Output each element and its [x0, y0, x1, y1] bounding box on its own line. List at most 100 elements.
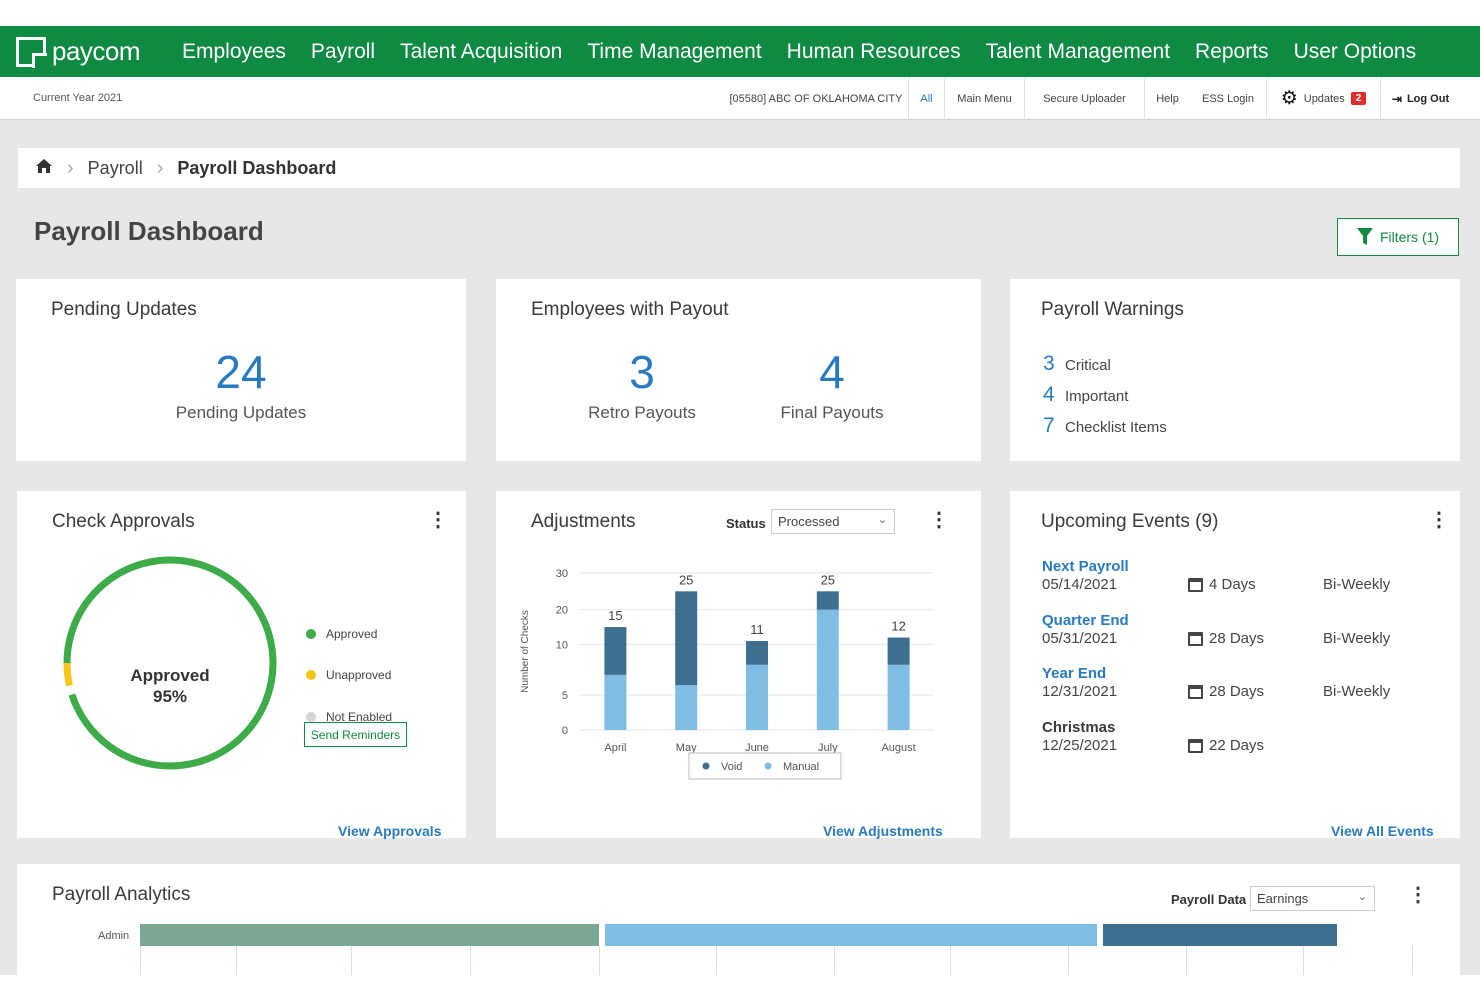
- donut-center: Approved 95%: [102, 665, 238, 707]
- employees-payout-card: Employees with Payout 3 Retro Payouts 4 …: [496, 279, 981, 461]
- payroll-analytics-card: Payroll Analytics Payroll Data Earnings …: [17, 864, 1460, 975]
- analytics-bar-segment[interactable]: [1103, 924, 1337, 946]
- y-tick-label: 5: [562, 690, 568, 702]
- upcoming-events-card: Upcoming Events (9) ⋮ Next Payroll 05/14…: [1010, 491, 1460, 839]
- payroll-data-label: Payroll Data: [1171, 892, 1247, 907]
- bar-total-label: 15: [608, 608, 622, 623]
- event-date: 12/25/2021: [1042, 737, 1118, 754]
- bar-manual[interactable]: [746, 664, 768, 730]
- view-approvals-link[interactable]: View Approvals: [338, 823, 441, 839]
- top-navigation: paycom Employees Payroll Talent Acquisit…: [0, 26, 1480, 77]
- nav-talent-acquisition[interactable]: Talent Acquisition: [400, 40, 562, 64]
- ess-login-link[interactable]: ESS Login: [1190, 77, 1266, 120]
- bar-manual[interactable]: [604, 674, 627, 730]
- nav-talent-management[interactable]: Talent Management: [986, 40, 1170, 64]
- nav-payroll[interactable]: Payroll: [311, 40, 375, 64]
- donut-unapproved-arc[interactable]: [55, 548, 285, 778]
- event-days-label: 28 Days: [1209, 630, 1265, 647]
- more-options-icon[interactable]: ⋮: [428, 510, 448, 530]
- grid-line: [236, 946, 237, 975]
- y-tick-label: 20: [556, 605, 568, 617]
- log-out-button[interactable]: ⇥ Log Out: [1380, 77, 1460, 120]
- x-tick-label: August: [881, 742, 915, 754]
- bar-void[interactable]: [675, 591, 698, 685]
- event-name-link[interactable]: Year End: [1042, 665, 1106, 682]
- x-tick-label: April: [604, 742, 626, 754]
- calendar-icon: [1188, 738, 1203, 753]
- status-select[interactable]: Processed ⌄: [771, 509, 895, 534]
- gear-icon: ⚙: [1280, 88, 1298, 109]
- warning-critical[interactable]: 3 Critical: [1043, 352, 1111, 376]
- nav-user-options[interactable]: User Options: [1294, 40, 1417, 64]
- bar-manual[interactable]: [816, 609, 839, 730]
- breadcrumb-current: Payroll Dashboard: [177, 157, 337, 178]
- warning-checklist[interactable]: 7 Checklist Items: [1043, 414, 1167, 438]
- payroll-warnings-card: Payroll Warnings 3 Critical 4 Important …: [1010, 279, 1460, 461]
- analytics-bar-segment[interactable]: [140, 924, 599, 946]
- company-selector[interactable]: [05580] ABC OF OKLAHOMA CITY: [725, 77, 907, 120]
- pending-updates-count[interactable]: 24: [16, 345, 466, 399]
- retro-payouts-count[interactable]: 3: [562, 345, 722, 399]
- bar-void[interactable]: [887, 637, 910, 665]
- status-label: Status: [726, 516, 766, 531]
- event-date: 12/31/2021: [1042, 683, 1118, 700]
- nav-human-resources[interactable]: Human Resources: [787, 40, 961, 64]
- card-title: Upcoming Events (9): [1041, 511, 1219, 532]
- event-days-label: 22 Days: [1209, 737, 1265, 754]
- nav-employees[interactable]: Employees: [182, 40, 286, 64]
- updates-button[interactable]: ⚙ Updates 2: [1266, 77, 1380, 120]
- grid-line: [1412, 946, 1413, 975]
- card-title: Check Approvals: [52, 511, 195, 532]
- bar-manual[interactable]: [887, 664, 910, 730]
- filters-button[interactable]: Filters (1): [1337, 218, 1459, 256]
- legend-label: Unapproved: [326, 668, 392, 682]
- event-days: 4 Days: [1188, 576, 1256, 593]
- legend-dot-icon: [702, 762, 710, 770]
- event-name-link[interactable]: Quarter End: [1042, 612, 1129, 629]
- y-tick-label: 10: [556, 640, 568, 652]
- donut-approved-arc[interactable]: [63, 556, 277, 770]
- adjustments-chart: 0 5 10 20 30 Number of Checks 15 April 25 May 11 Ju…: [520, 568, 934, 780]
- approvals-donut: [55, 548, 285, 778]
- more-options-icon[interactable]: ⋮: [1408, 885, 1428, 905]
- logo-mark-icon: [16, 36, 47, 68]
- bar-manual[interactable]: [675, 684, 698, 730]
- event-days-label: 4 Days: [1209, 576, 1256, 593]
- bar-total-label: 11: [750, 622, 764, 637]
- bar-void[interactable]: [816, 591, 839, 610]
- home-icon[interactable]: [35, 158, 53, 179]
- main-menu-link[interactable]: Main Menu: [944, 77, 1024, 120]
- updates-count-badge: 2: [1350, 92, 1367, 105]
- more-options-icon[interactable]: ⋮: [929, 510, 949, 530]
- legend-label: Manual: [783, 761, 819, 773]
- more-options-icon[interactable]: ⋮: [1429, 510, 1449, 530]
- grid-line: [1068, 946, 1069, 975]
- analytics-bar-segment[interactable]: [605, 924, 1097, 946]
- view-adjustments-link[interactable]: View Adjustments: [823, 823, 943, 839]
- analytics-row-label: Admin: [98, 930, 130, 942]
- nav-reports[interactable]: Reports: [1195, 40, 1269, 64]
- event-days: 22 Days: [1188, 737, 1264, 754]
- event-date: 05/31/2021: [1042, 630, 1118, 647]
- bar-void[interactable]: [604, 627, 627, 675]
- retro-payouts-label: Retro Payouts: [588, 403, 696, 422]
- bar-void[interactable]: [746, 641, 768, 665]
- warning-important[interactable]: 4 Important: [1043, 383, 1128, 407]
- breadcrumb-separator-icon: ›: [67, 156, 74, 179]
- secure-uploader-link[interactable]: Secure Uploader: [1024, 77, 1144, 120]
- final-payouts-count[interactable]: 4: [752, 345, 912, 399]
- event-name-link[interactable]: Next Payroll: [1042, 558, 1129, 575]
- nav-time-management[interactable]: Time Management: [587, 40, 761, 64]
- chevron-down-icon: ⌄: [877, 514, 887, 526]
- paycom-logo[interactable]: paycom: [16, 36, 182, 68]
- event-date: 05/14/2021: [1042, 576, 1118, 593]
- view-all-events-link[interactable]: View All Events: [1331, 823, 1434, 839]
- all-link[interactable]: All: [908, 77, 944, 120]
- help-link[interactable]: Help: [1144, 77, 1190, 120]
- breadcrumb-payroll[interactable]: Payroll: [88, 158, 143, 179]
- payroll-data-select[interactable]: Earnings ⌄: [1250, 886, 1375, 911]
- legend-dot-icon: [764, 762, 772, 770]
- warning-count: 3: [1043, 352, 1055, 375]
- send-reminders-button[interactable]: Send Reminders: [304, 722, 407, 747]
- event-name: Christmas: [1042, 719, 1116, 736]
